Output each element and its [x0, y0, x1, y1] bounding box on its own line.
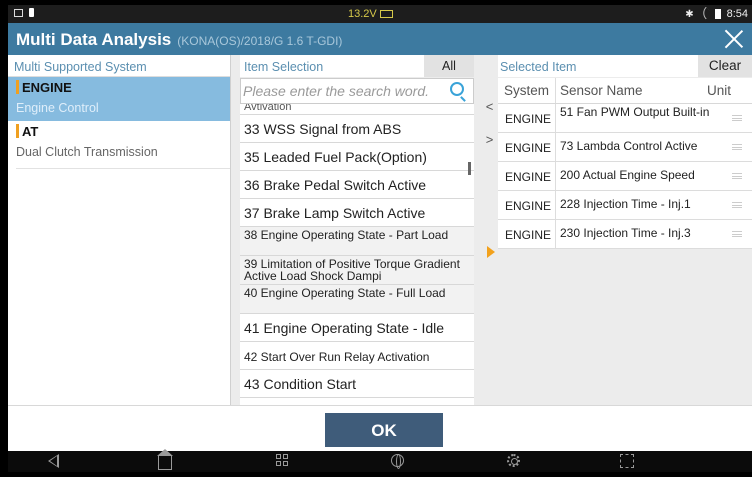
drag-handle-icon	[732, 173, 742, 179]
row-system: ENGINE	[498, 162, 556, 190]
clock: 8:54	[726, 8, 748, 20]
drag-handle-icon	[732, 144, 742, 150]
selected-item-label: Selected Item	[500, 60, 577, 74]
row-sensor-name: 228 Injection Time - Inj.1	[560, 197, 691, 211]
item-selection-label: Item Selection	[244, 60, 324, 74]
storage-icon	[29, 8, 34, 17]
search-icon[interactable]	[450, 82, 464, 96]
title-bar: Multi Data Analysis (KONA(OS)/2018/G 1.6 …	[8, 23, 752, 55]
system-item-engine[interactable]: ENGINE Engine Control	[8, 77, 230, 121]
wifi-icon	[699, 6, 712, 19]
page-title: Multi Data Analysis (KONA(OS)/2018/G 1.6 …	[16, 30, 342, 50]
globe-icon[interactable]	[391, 454, 404, 469]
row-system: ENGINE	[498, 104, 556, 132]
list-item[interactable]: 37 Brake Lamp Switch Active	[240, 199, 474, 227]
move-right-button[interactable]: >	[483, 132, 496, 147]
selected-table: System Sensor Name Unit ENGINE 51 Fan PW…	[498, 78, 752, 249]
item-list[interactable]: Avtivation 33 WSS Signal from ABS 35 Lea…	[240, 104, 474, 405]
title-text: Multi Data Analysis	[16, 30, 172, 49]
item-selection-panel: Item Selection All Avtivation 33 WSS Sig…	[240, 55, 474, 405]
clear-button[interactable]: Clear	[698, 55, 752, 77]
list-item[interactable]: 41 Engine Operating State - Idle	[240, 314, 474, 342]
system-sub-label: Engine Control	[16, 101, 99, 115]
drag-handle[interactable]	[724, 133, 752, 161]
all-button[interactable]: All	[424, 55, 474, 77]
table-row[interactable]: ENGINE 200 Actual Engine Speed	[498, 162, 752, 191]
column-unit: Unit	[707, 83, 732, 98]
footer: OK	[8, 405, 752, 451]
notification-icon	[14, 8, 23, 17]
navigation-bar	[8, 449, 752, 472]
selected-item-header: Selected Item Clear	[498, 55, 752, 77]
row-pointer-icon	[487, 246, 495, 258]
search-box	[240, 78, 474, 104]
list-item[interactable]: 36 Brake Pedal Switch Active	[240, 171, 474, 199]
system-name: ENGINE	[16, 77, 230, 97]
row-sensor-name: 200 Actual Engine Speed	[560, 168, 695, 182]
table-header: System Sensor Name Unit	[498, 78, 752, 104]
list-item[interactable]: 38 Engine Operating State - Part Load	[240, 227, 474, 256]
column-sensor-name: Sensor Name	[560, 83, 643, 98]
list-item[interactable]: 40 Engine Operating State - Full Load	[240, 285, 474, 314]
device-frame: 13.2V ✱ 8:54 Multi Data Analysis (KONA(OS…	[0, 0, 752, 477]
column-system: System	[498, 78, 556, 103]
vehicle-subtitle: (KONA(OS)/2018/G 1.6 T-GDI)	[177, 34, 343, 48]
selected-item-panel: Selected Item Clear System Sensor Name U…	[498, 55, 752, 405]
row-system: ENGINE	[498, 133, 556, 161]
apps-icon[interactable]	[276, 454, 288, 466]
car-battery-icon	[379, 10, 393, 18]
table-row[interactable]: ENGINE 228 Injection Time - Inj.1	[498, 191, 752, 220]
row-sensor-name: 51 Fan PWM Output Built-in	[560, 105, 710, 119]
row-sensor-name: 230 Injection Time - Inj.3	[560, 226, 691, 240]
row-system: ENGINE	[498, 220, 556, 248]
system-accent-bar	[16, 80, 19, 94]
status-bar: 13.2V ✱ 8:54	[8, 5, 752, 23]
screenshot-icon[interactable]	[620, 454, 634, 468]
settings-icon[interactable]	[507, 454, 520, 467]
drag-handle[interactable]	[724, 162, 752, 190]
list-item[interactable]: 33 WSS Signal from ABS	[240, 115, 474, 143]
system-accent-bar	[16, 124, 19, 138]
home-icon[interactable]	[157, 449, 173, 470]
system-panel: Multi Supported System ENGINE Engine Con…	[8, 55, 231, 405]
battery-icon	[714, 9, 721, 19]
table-row[interactable]: ENGINE 73 Lambda Control Active	[498, 133, 752, 162]
drag-handle-icon	[732, 202, 742, 208]
status-left	[14, 8, 34, 17]
drag-handle[interactable]	[724, 191, 752, 219]
voltage-value: 13.2V	[348, 8, 377, 20]
drag-handle[interactable]	[724, 104, 752, 132]
drag-handle-icon	[732, 115, 742, 121]
main-content: Multi Supported System ENGINE Engine Con…	[8, 55, 752, 405]
back-icon[interactable]	[48, 454, 59, 468]
list-item[interactable]: 39 Limitation of Positive Torque Gradien…	[240, 256, 474, 285]
drag-handle-icon	[732, 231, 742, 237]
list-item[interactable]: 43 Condition Start	[240, 370, 474, 398]
item-selection-header: Item Selection All	[240, 55, 474, 77]
ok-button[interactable]: OK	[325, 413, 443, 447]
system-name-label: ENGINE	[22, 80, 72, 95]
voltage-indicator: 13.2V	[348, 8, 393, 20]
status-right: ✱ 8:54	[685, 6, 748, 20]
system-item-at[interactable]: AT Dual Clutch Transmission	[8, 121, 230, 169]
drag-handle[interactable]	[724, 220, 752, 248]
table-row[interactable]: ENGINE 230 Injection Time - Inj.3	[498, 220, 752, 249]
system-name: AT	[16, 121, 230, 141]
app-screen: 13.2V ✱ 8:54 Multi Data Analysis (KONA(OS…	[8, 5, 752, 472]
table-row[interactable]: ENGINE 51 Fan PWM Output Built-in	[498, 104, 752, 133]
list-item[interactable]: Avtivation	[240, 104, 474, 115]
scrollbar-thumb[interactable]	[468, 162, 471, 175]
system-panel-header: Multi Supported System	[8, 55, 230, 77]
bluetooth-icon: ✱	[685, 8, 694, 20]
move-left-button[interactable]: <	[483, 99, 496, 114]
close-icon[interactable]	[722, 27, 746, 51]
system-name-label: AT	[22, 124, 39, 139]
list-item[interactable]: 42 Start Over Run Relay Activation	[240, 342, 474, 370]
search-input[interactable]	[241, 79, 446, 103]
row-system: ENGINE	[498, 191, 556, 219]
system-sub-label: Dual Clutch Transmission	[16, 141, 230, 169]
row-sensor-name: 73 Lambda Control Active	[560, 139, 698, 153]
list-item[interactable]: 35 Leaded Fuel Pack(Option)	[240, 143, 474, 171]
